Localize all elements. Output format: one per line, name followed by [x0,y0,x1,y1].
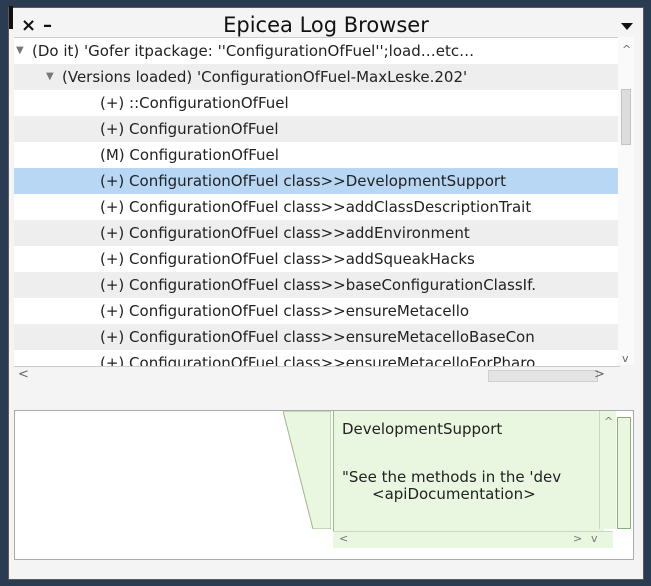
scroll-left-icon[interactable]: < [339,532,348,545]
callout-connector [283,411,331,529]
tree-row-label: (+) ConfigurationOfFuel class>>ensureMet… [100,328,535,346]
scroll-right-icon[interactable]: > [573,532,582,545]
tree-row-label: (+) ConfigurationOfFuel class>>baseConfi… [100,276,537,294]
detail-pane: DevelopmentSupport "See the methods in t… [14,410,634,560]
tree-row[interactable]: (+) ConfigurationOfFuel class>>addEnviro… [14,220,618,246]
tree-row[interactable]: (M) ConfigurationOfFuel [14,142,618,168]
tree-row-selected[interactable]: (+) ConfigurationOfFuel class>>Developme… [14,168,618,194]
doc-text: DevelopmentSupport "See the methods in t… [342,417,604,489]
documentation-pane[interactable]: DevelopmentSupport "See the methods in t… [333,411,604,531]
tree-row[interactable]: (+) ConfigurationOfFuel class>>addClassD… [14,194,618,220]
tree-row-label: (+) ConfigurationOfFuel [100,120,279,138]
scroll-down-icon[interactable]: v [622,352,629,365]
tree-row[interactable]: (+) ConfigurationOfFuel class>>ensureMet… [14,298,618,324]
tree-row-label: (+) ConfigurationOfFuel class>>ensureMet… [100,354,536,366]
tree-row-label: (+) ::ConfigurationOfFuel [100,94,289,112]
tree-row-label: (+) ConfigurationOfFuel class>>addEnviro… [100,224,470,242]
tree-horizontal-scroll-thumb[interactable] [488,370,598,382]
scroll-left-icon[interactable]: < [18,367,29,382]
doc-api-link[interactable]: <apiDocumentation> [372,485,536,503]
expanded-arrow-icon[interactable]: ▼ [16,38,24,64]
doc-vertical-scrollbar[interactable]: ^ [599,411,616,529]
scroll-down-icon[interactable]: v [591,532,598,545]
tree-row-label: (+) ConfigurationOfFuel class>>addClassD… [100,198,532,216]
tree-row-label: (Versions loaded) 'ConfigurationOfFuel-M… [62,68,468,86]
tree-row[interactable]: (+) ConfigurationOfFuel class>>ensureMet… [14,324,618,350]
detail-left-pane[interactable] [15,411,283,559]
tree-row-label: (+) ConfigurationOfFuel class>>addSqueak… [100,250,475,268]
tree-row-label: (Do it) 'Gofer itpackage: ''Configuratio… [32,42,475,60]
scroll-up-icon[interactable]: ^ [604,415,613,428]
doc-line-title: DevelopmentSupport [342,420,503,438]
tree-row-versions[interactable]: ▼ (Versions loaded) 'ConfigurationOfFuel… [14,64,618,90]
tree-row[interactable]: (+) ::ConfigurationOfFuel [14,90,618,116]
doc-horizontal-scrollbar[interactable]: < > v [333,531,613,548]
tree-row[interactable]: (+) ConfigurationOfFuel class>>baseConfi… [14,272,618,298]
tree-horizontal-scrollbar[interactable]: < > [14,366,620,385]
tree-row[interactable]: (+) ConfigurationOfFuel [14,116,618,142]
doc-side-pane[interactable] [617,417,631,529]
window-title: Epicea Log Browser [223,13,429,37]
tree-row-doit[interactable]: ▼ (Do it) 'Gofer itpackage: ''Configurat… [14,38,618,64]
log-tree[interactable]: ▼ (Do it) 'Gofer itpackage: ''Configurat… [14,37,618,366]
tree-row[interactable]: (+) ConfigurationOfFuel class>>addSqueak… [14,246,618,272]
tree-row-label: (M) ConfigurationOfFuel [100,146,279,164]
tree-vertical-scroll-thumb[interactable] [621,89,631,145]
scroll-right-icon[interactable]: > [594,367,605,382]
tree-row-label: (+) ConfigurationOfFuel class>>ensureMet… [100,302,470,320]
expanded-arrow-icon[interactable]: ▼ [46,64,54,90]
tree-vertical-scrollbar[interactable]: ^ v [618,37,634,365]
window-menu-icon[interactable] [621,23,633,30]
tree-row-label: (+) ConfigurationOfFuel class>>Developme… [100,172,506,190]
tree-row[interactable]: (+) ConfigurationOfFuel class>>ensureMet… [14,350,618,366]
scroll-up-icon[interactable]: ^ [622,43,631,56]
